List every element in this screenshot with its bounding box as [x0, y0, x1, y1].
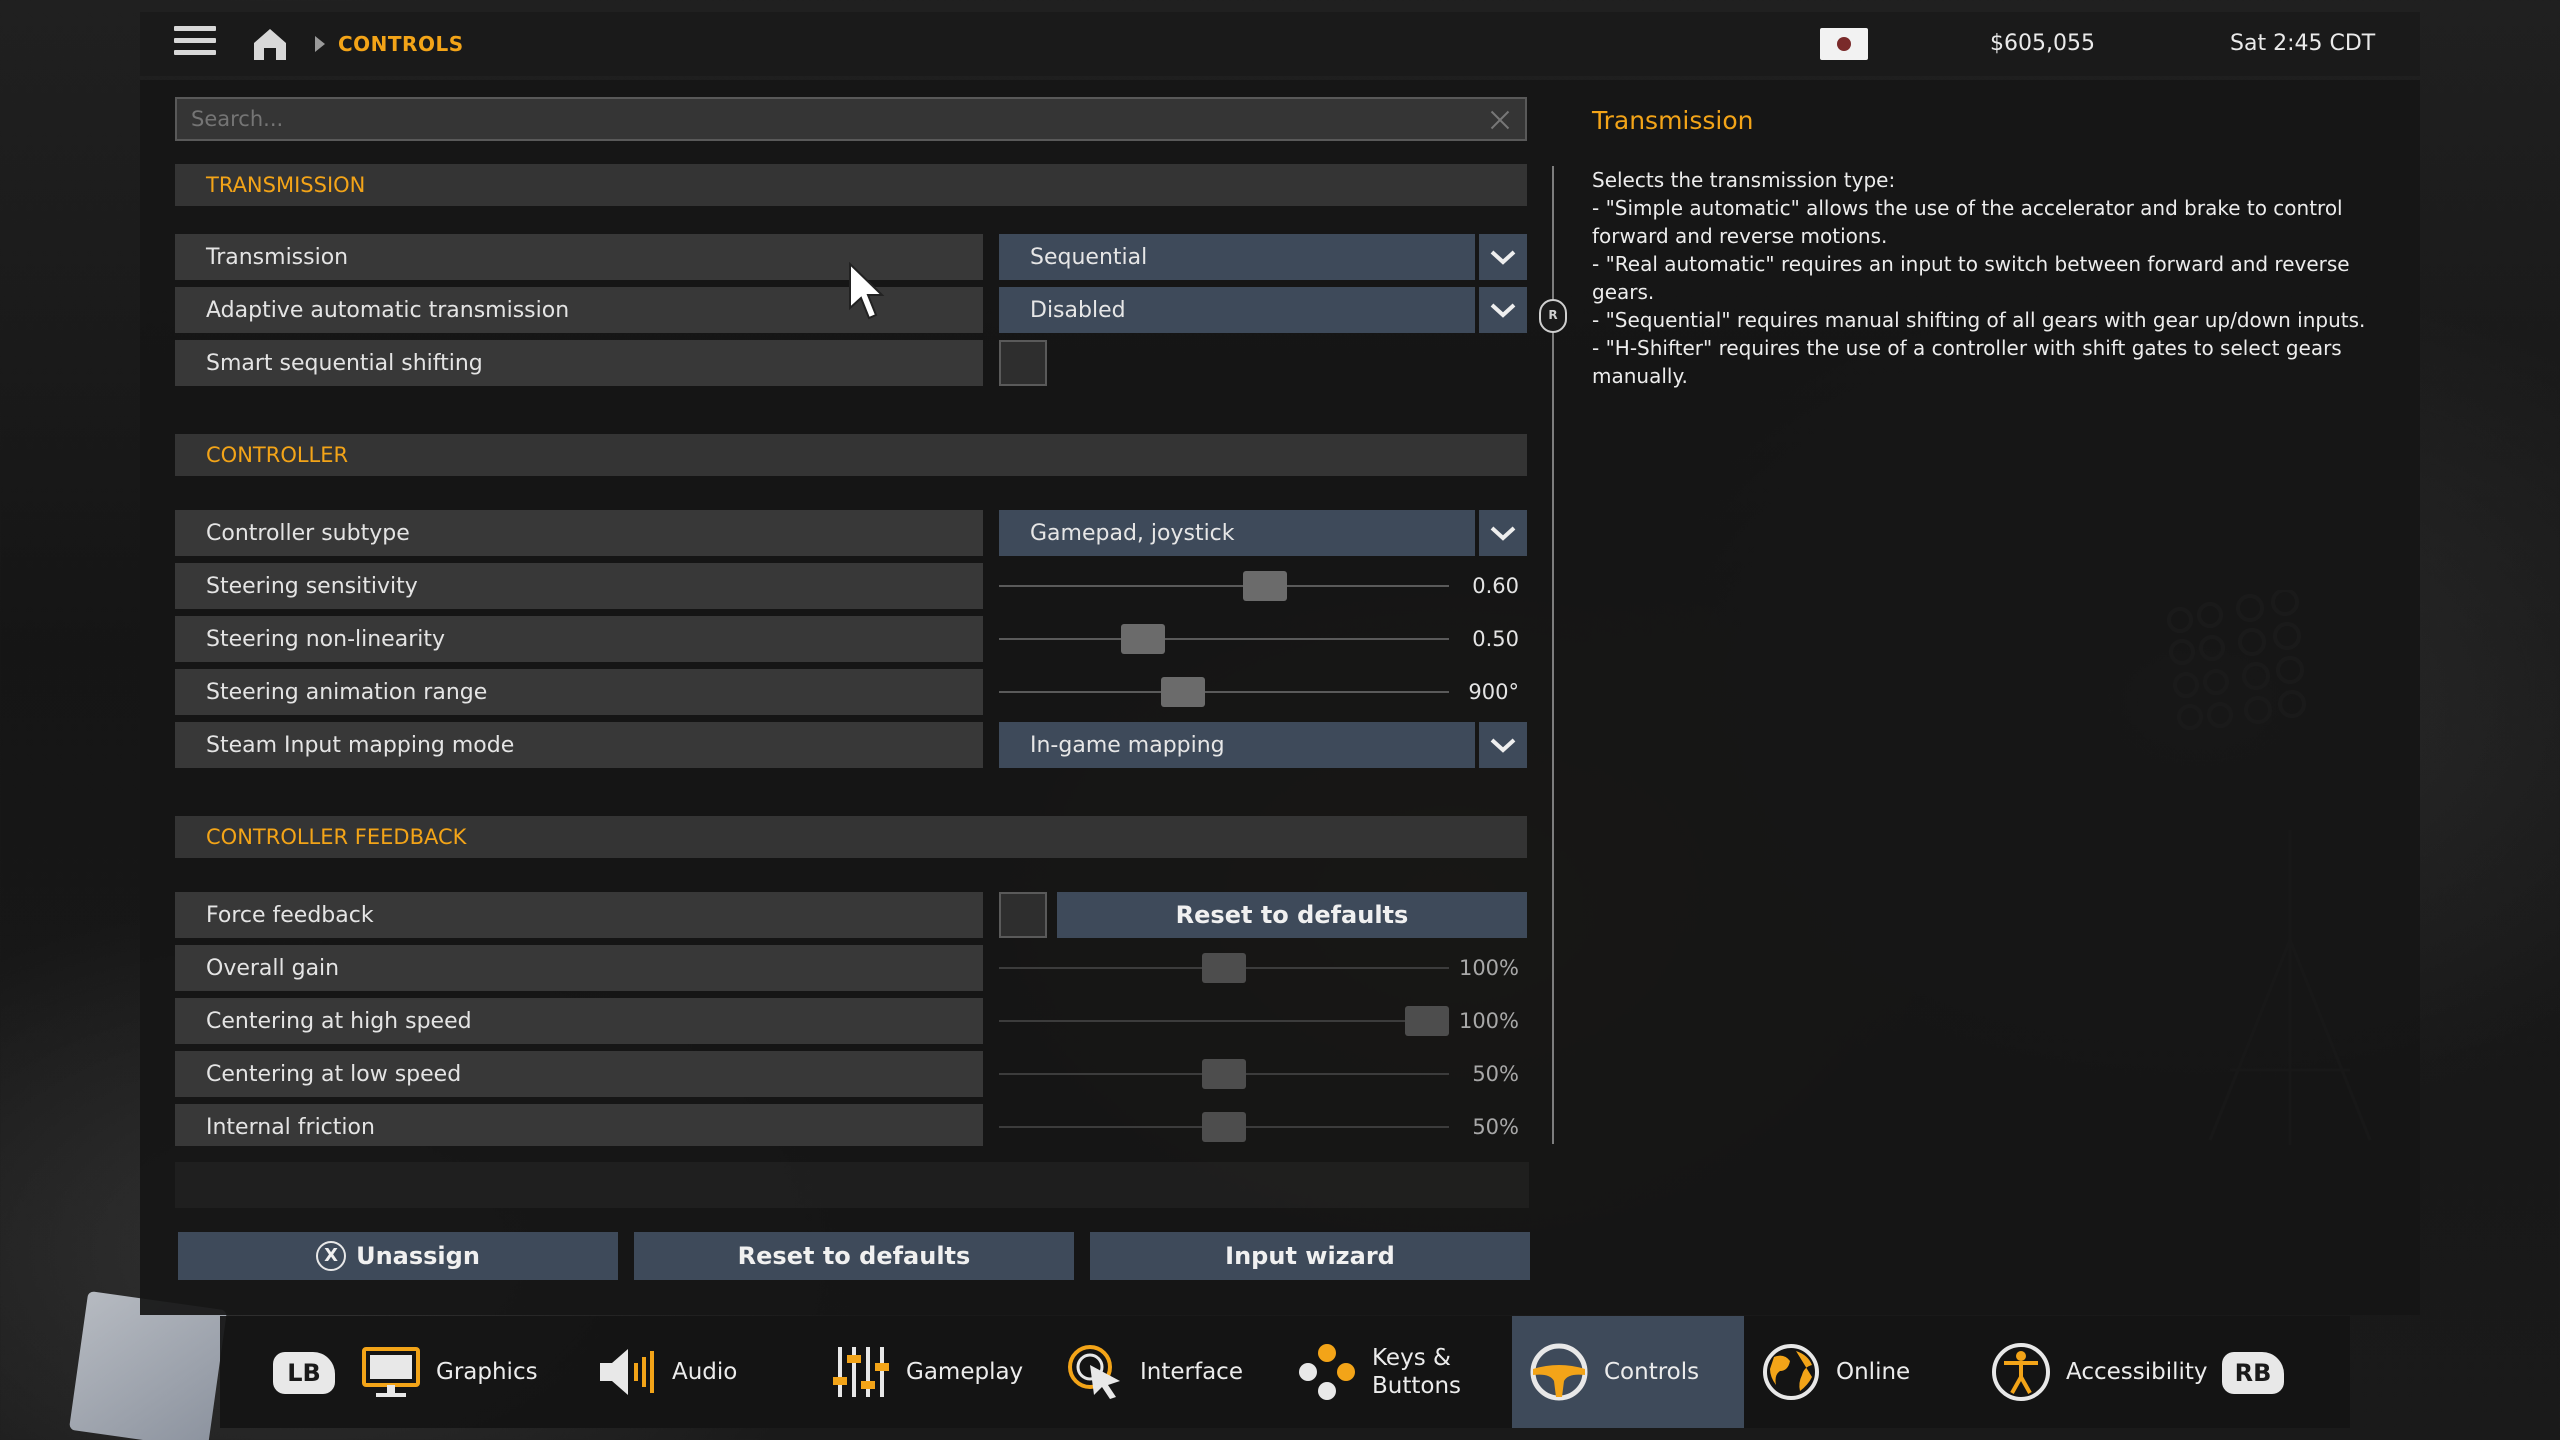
unassign-button[interactable]: X Unassign [178, 1232, 618, 1280]
nav-label: Audio [672, 1359, 738, 1385]
setting-label-overall-gain: Overall gain [175, 945, 983, 991]
smart-shifting-checkbox[interactable] [999, 340, 1047, 386]
state-flag-icon [1820, 28, 1868, 60]
setting-label-smart-shifting: Smart sequential shifting [175, 340, 983, 386]
setting-label-force-feedback: Force feedback [175, 892, 983, 938]
overall-gain-value: 100% [1458, 956, 1519, 980]
rb-bumper-button[interactable]: RB [2222, 1352, 2284, 1394]
nav-audio[interactable]: Audio [596, 1316, 776, 1428]
nav-label-line: Buttons [1372, 1373, 1462, 1399]
reset-defaults-button[interactable]: Reset to defaults [634, 1232, 1074, 1280]
sliders-icon [833, 1347, 889, 1397]
home-icon[interactable] [250, 24, 290, 64]
steering-animation-value: 900° [1468, 680, 1519, 704]
footer-strip [175, 1162, 1529, 1208]
setting-label-controller-subtype: Controller subtype [175, 510, 983, 556]
globe-icon [1763, 1344, 1819, 1400]
controller-subtype-dropdown[interactable]: Gamepad, joystick [999, 510, 1475, 556]
clear-search-icon[interactable] [1488, 108, 1512, 132]
slider-thumb[interactable] [1202, 1112, 1246, 1142]
mouse-cursor-icon [849, 262, 885, 320]
slider-thumb[interactable] [1202, 1059, 1246, 1089]
internal-friction-value: 50% [1472, 1115, 1519, 1139]
steering-wheel-icon [1530, 1343, 1588, 1401]
slider-thumb[interactable] [1202, 953, 1246, 983]
chevron-down-icon[interactable] [1479, 722, 1527, 768]
steering-sensitivity-value: 0.60 [1472, 574, 1519, 598]
nav-accessibility[interactable]: Accessibility [1990, 1316, 2220, 1428]
chevron-down-icon[interactable] [1479, 234, 1527, 280]
setting-label-centering-low: Centering at low speed [175, 1051, 983, 1097]
slider-thumb[interactable] [1121, 624, 1165, 654]
steering-nonlinearity-slider[interactable] [999, 616, 1449, 662]
nav-keys-buttons[interactable]: Keys & Buttons [1296, 1316, 1496, 1428]
nav-label: Accessibility [2066, 1359, 2208, 1385]
breadcrumb[interactable]: CONTROLS [338, 32, 464, 56]
section-header-controller: CONTROLLER [175, 434, 1527, 476]
nav-graphics[interactable]: Graphics [360, 1316, 560, 1428]
nav-label: Interface [1140, 1359, 1243, 1385]
speaker-icon [600, 1349, 654, 1395]
x-button-icon: X [316, 1241, 347, 1271]
nav-label: Controls [1604, 1359, 1700, 1385]
setting-label-centering-high: Centering at high speed [175, 998, 983, 1044]
game-clock: Sat 2:45 CDT [2230, 31, 2376, 56]
slider-thumb[interactable] [1161, 677, 1205, 707]
centering-high-slider[interactable] [999, 998, 1449, 1044]
section-header-controller-feedback: CONTROLLER FEEDBACK [175, 816, 1527, 858]
unassign-label: Unassign [356, 1242, 480, 1270]
overall-gain-slider[interactable] [999, 945, 1449, 991]
breadcrumb-arrow-icon [315, 36, 325, 52]
transmission-dropdown[interactable]: Sequential [999, 234, 1475, 280]
description-line: - "Simple automatic" allows the use of t… [1592, 196, 2343, 248]
chevron-down-icon[interactable] [1479, 287, 1527, 333]
steering-nonlinearity-value: 0.50 [1472, 627, 1519, 651]
setting-label-internal-friction: Internal friction [175, 1104, 983, 1146]
description-line: - "Real automatic" requires an input to … [1592, 252, 2350, 304]
nav-interface[interactable]: Interface [1064, 1316, 1264, 1428]
force-feedback-checkbox[interactable] [999, 892, 1047, 938]
section-header-transmission: TRANSMISSION [175, 164, 1527, 206]
nav-label: Graphics [436, 1359, 538, 1385]
adaptive-transmission-dropdown[interactable]: Disabled [999, 287, 1475, 333]
description-body: Selects the transmission type: - "Simple… [1592, 166, 2382, 390]
nav-online[interactable]: Online [1760, 1316, 1940, 1428]
steering-animation-slider[interactable] [999, 669, 1449, 715]
nav-label-line: Keys & [1372, 1345, 1451, 1371]
steam-input-dropdown[interactable]: In-game mapping [999, 722, 1475, 768]
lb-bumper-button[interactable]: LB [273, 1352, 335, 1394]
scrollbar-thumb[interactable]: R [1539, 299, 1567, 333]
description-title: Transmission [1592, 106, 1754, 135]
slider-thumb[interactable] [1243, 571, 1287, 601]
description-line: - "H-Shifter" requires the use of a cont… [1592, 336, 2342, 388]
nav-controls[interactable]: Controls [1512, 1316, 1744, 1428]
accessibility-icon [1992, 1343, 2050, 1401]
centering-high-value: 100% [1458, 1009, 1519, 1033]
internal-friction-slider[interactable] [999, 1104, 1449, 1146]
buttons-icon [1299, 1344, 1355, 1400]
setting-label-steering-animation: Steering animation range [175, 669, 983, 715]
nav-gameplay[interactable]: Gameplay [830, 1316, 1030, 1428]
centering-low-slider[interactable] [999, 1051, 1449, 1097]
slider-thumb[interactable] [1405, 1006, 1449, 1036]
input-wizard-button[interactable]: Input wizard [1090, 1232, 1530, 1280]
money-balance: $605,055 [1990, 31, 2095, 56]
chevron-down-icon[interactable] [1479, 510, 1527, 556]
feedback-reset-button[interactable]: Reset to defaults [1057, 892, 1527, 938]
cursor-icon [1068, 1345, 1120, 1399]
setting-label-steering-nonlinearity: Steering non-linearity [175, 616, 983, 662]
setting-label-steering-sensitivity: Steering sensitivity [175, 563, 983, 609]
centering-low-value: 50% [1472, 1062, 1519, 1086]
nav-label: Online [1836, 1359, 1911, 1385]
top-bar: CONTROLS $605,055 Sat 2:45 CDT [140, 12, 2420, 76]
menu-icon[interactable] [174, 26, 216, 62]
search-input[interactable] [175, 97, 1527, 141]
steering-sensitivity-slider[interactable] [999, 563, 1449, 609]
description-line: - "Sequential" requires manual shifting … [1592, 308, 2366, 332]
setting-label-steam-input: Steam Input mapping mode [175, 722, 983, 768]
nav-label: Gameplay [906, 1359, 1024, 1385]
description-line: Selects the transmission type: [1592, 168, 1896, 192]
nav-label: Keys & Buttons [1372, 1344, 1461, 1400]
monitor-icon [362, 1347, 420, 1397]
